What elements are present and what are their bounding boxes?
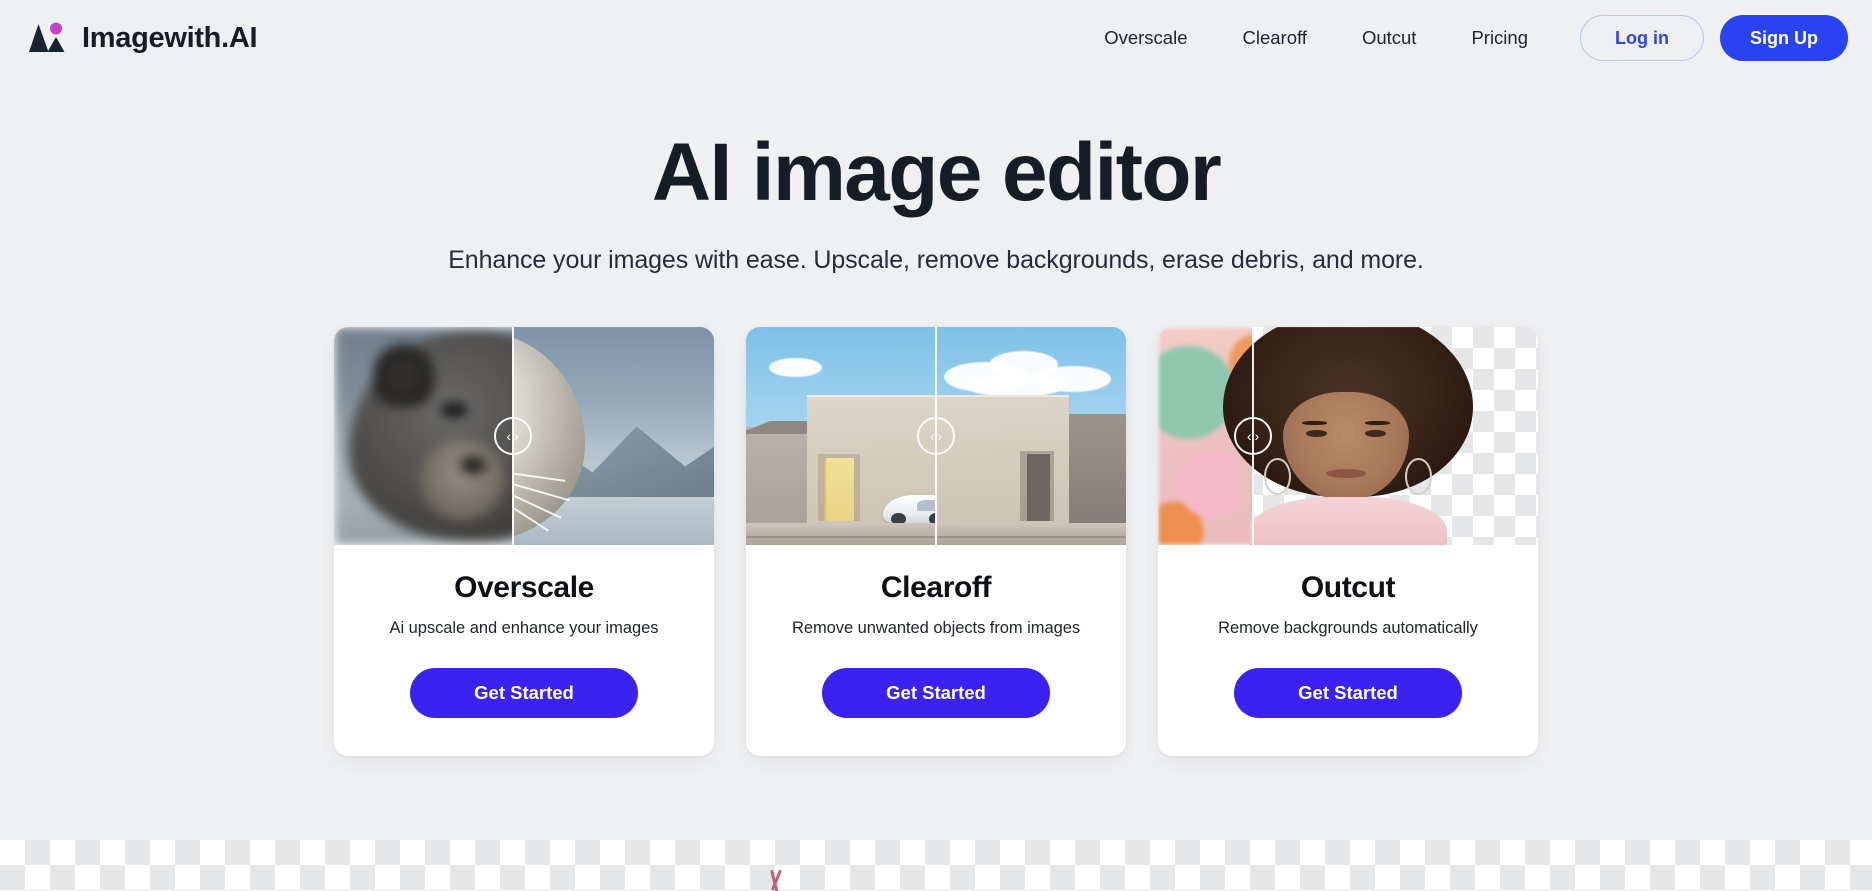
auth-button-group: Log in Sign Up <box>1580 15 1848 61</box>
login-button[interactable]: Log in <box>1580 15 1704 61</box>
nav-item-pricing[interactable]: Pricing <box>1471 27 1528 49</box>
card-title-outcut: Outcut <box>1300 571 1396 605</box>
before-after-slider-overscale[interactable]: ‹ › <box>334 327 714 546</box>
card-title-overscale: Overscale <box>454 571 594 605</box>
site-header: Imagewith.AI Overscale Clearoff Outcut P… <box>0 0 1872 76</box>
brush-stroke-decoration <box>766 869 792 891</box>
hero-section: AI image editor Enhance your images with… <box>0 76 1872 275</box>
chevron-right-icon: › <box>514 428 519 445</box>
compare-handle-overscale[interactable]: ‹ › <box>493 417 532 456</box>
main-navigation: Overscale Clearoff Outcut Pricing <box>1104 27 1528 49</box>
mountain-logo-icon <box>28 21 68 55</box>
page-title: AI image editor <box>651 127 1222 218</box>
get-started-button-clearoff[interactable]: Get Started <box>822 668 1050 719</box>
before-after-slider-outcut[interactable]: ‹ › <box>1158 327 1538 546</box>
signup-button[interactable]: Sign Up <box>1720 15 1848 61</box>
brand-logo-link[interactable]: Imagewith.AI <box>28 21 258 55</box>
card-title-clearoff: Clearoff <box>880 571 992 605</box>
card-description-outcut: Remove backgrounds automatically <box>1218 619 1478 638</box>
chevron-right-icon: › <box>937 428 943 445</box>
chevron-left-icon: ‹ <box>506 428 512 445</box>
page-subtitle: Enhance your images with ease. Upscale, … <box>448 246 1424 275</box>
card-description-overscale: Ai upscale and enhance your images <box>389 619 659 638</box>
transparency-checkerboard-strip <box>0 840 1872 891</box>
feature-card-row: ‹ › Overscale Ai upscale and enhance you… <box>0 327 1872 757</box>
feature-card-clearoff[interactable]: ‹ › Clearoff Remove unwanted objects fro… <box>746 327 1126 757</box>
feature-card-outcut[interactable]: ‹ › Outcut Remove backgrounds automatica… <box>1158 327 1538 757</box>
before-after-slider-clearoff[interactable]: ‹ › <box>746 327 1126 546</box>
compare-handle-clearoff[interactable]: ‹ › <box>917 417 955 456</box>
nav-item-overscale[interactable]: Overscale <box>1104 27 1187 49</box>
feature-card-overscale[interactable]: ‹ › Overscale Ai upscale and enhance you… <box>334 327 714 757</box>
compare-handle-outcut[interactable]: ‹ › <box>1234 417 1272 456</box>
get-started-button-outcut[interactable]: Get Started <box>1234 668 1462 719</box>
nav-item-clearoff[interactable]: Clearoff <box>1242 27 1306 49</box>
chevron-left-icon: ‹ <box>1246 428 1252 445</box>
nav-item-outcut[interactable]: Outcut <box>1362 27 1417 49</box>
brand-name: Imagewith.AI <box>82 21 258 54</box>
card-description-clearoff: Remove unwanted objects from images <box>791 619 1081 638</box>
card-body-clearoff: Clearoff Remove unwanted objects from im… <box>746 545 1126 757</box>
card-body-outcut: Outcut Remove backgrounds automatically … <box>1158 545 1538 757</box>
chevron-right-icon: › <box>1254 428 1260 445</box>
card-body-overscale: Overscale Ai upscale and enhance your im… <box>334 545 714 757</box>
chevron-left-icon: ‹ <box>929 428 935 445</box>
get-started-button-overscale[interactable]: Get Started <box>410 668 638 719</box>
